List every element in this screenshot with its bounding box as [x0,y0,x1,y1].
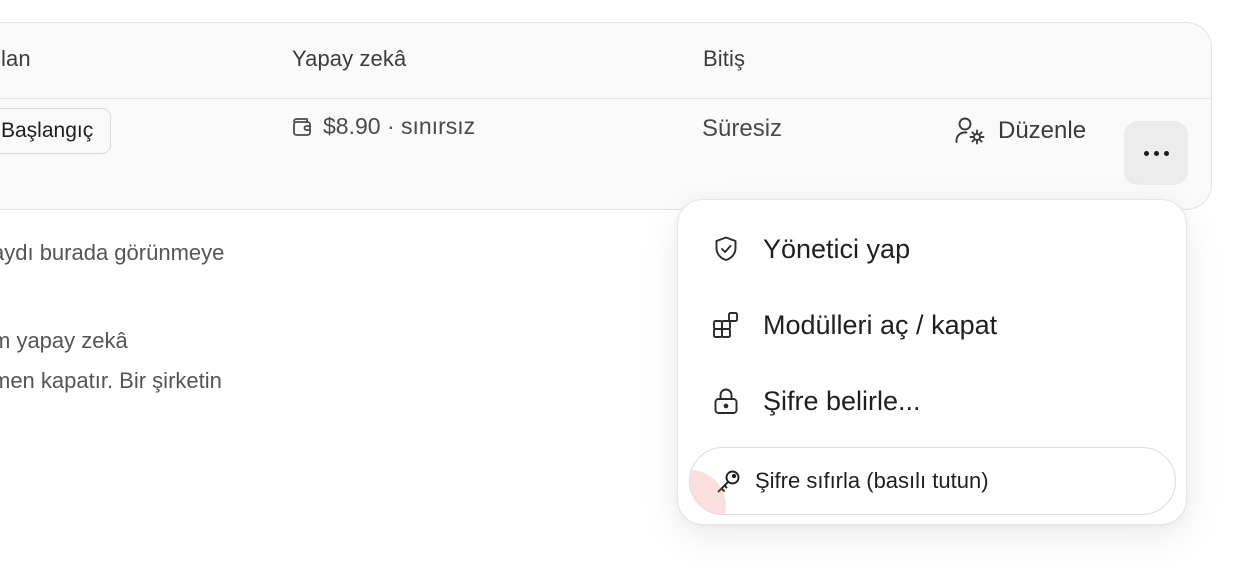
modules-grid-icon [711,310,741,340]
more-dots-icon [1143,150,1149,156]
shield-check-icon [711,234,741,264]
column-header-end[interactable]: Bitiş [703,46,745,72]
menu-item-set-password[interactable]: Şifre belirle... [678,371,1186,431]
menu-item-label: Modülleri aç / kapat [763,309,998,340]
info-text-line: aydı burada görünmeye [0,240,225,265]
menu-item-label: Yönetici yap [763,233,911,264]
table-header: lan Yapay zekâ Bitiş [0,23,1211,99]
column-header-ai[interactable]: Yapay zekâ [292,46,406,72]
plan-badge-label: Başlangıç [1,119,94,142]
menu-item-toggle-modules[interactable]: Modülleri aç / kapat [678,295,1186,355]
menu-item-make-admin[interactable]: Yönetici yap [678,219,1186,279]
column-header-plan[interactable]: lan [1,46,31,72]
edit-user-label: Düzenle [998,117,1087,144]
menu-item-label: Şifre sıfırla (basılı tutun) [755,468,989,493]
page: lan Yapay zekâ Bitiş Başlangıç $8.90 · s… [0,0,1236,568]
info-text-line: m yapay zekâ [0,328,128,353]
info-text-line: men kapatır. Bir şirketin [0,368,222,393]
row-actions-menu: Yönetici yap Modülleri aç / kapat Şifre … [677,199,1187,525]
lock-icon [711,386,741,416]
edit-user-button[interactable]: Düzenle [954,113,1086,149]
more-dot [1163,150,1169,156]
more-actions-button[interactable] [1124,121,1188,185]
ai-credit-value: $8.90 · sınırsız [323,113,476,139]
menu-item-label: Şifre belirle... [763,385,921,416]
user-settings-icon [955,117,985,145]
ai-credit-cell: $8.90 · sınırsız [290,113,475,140]
wallet-icon [293,117,311,136]
plan-badge: Başlangıç [0,108,112,154]
end-date-value: Süresiz [702,115,783,142]
more-dot [1153,150,1159,156]
menu-item-reset-password[interactable]: Şifre sıfırla (basılı tutun) [689,447,1176,515]
